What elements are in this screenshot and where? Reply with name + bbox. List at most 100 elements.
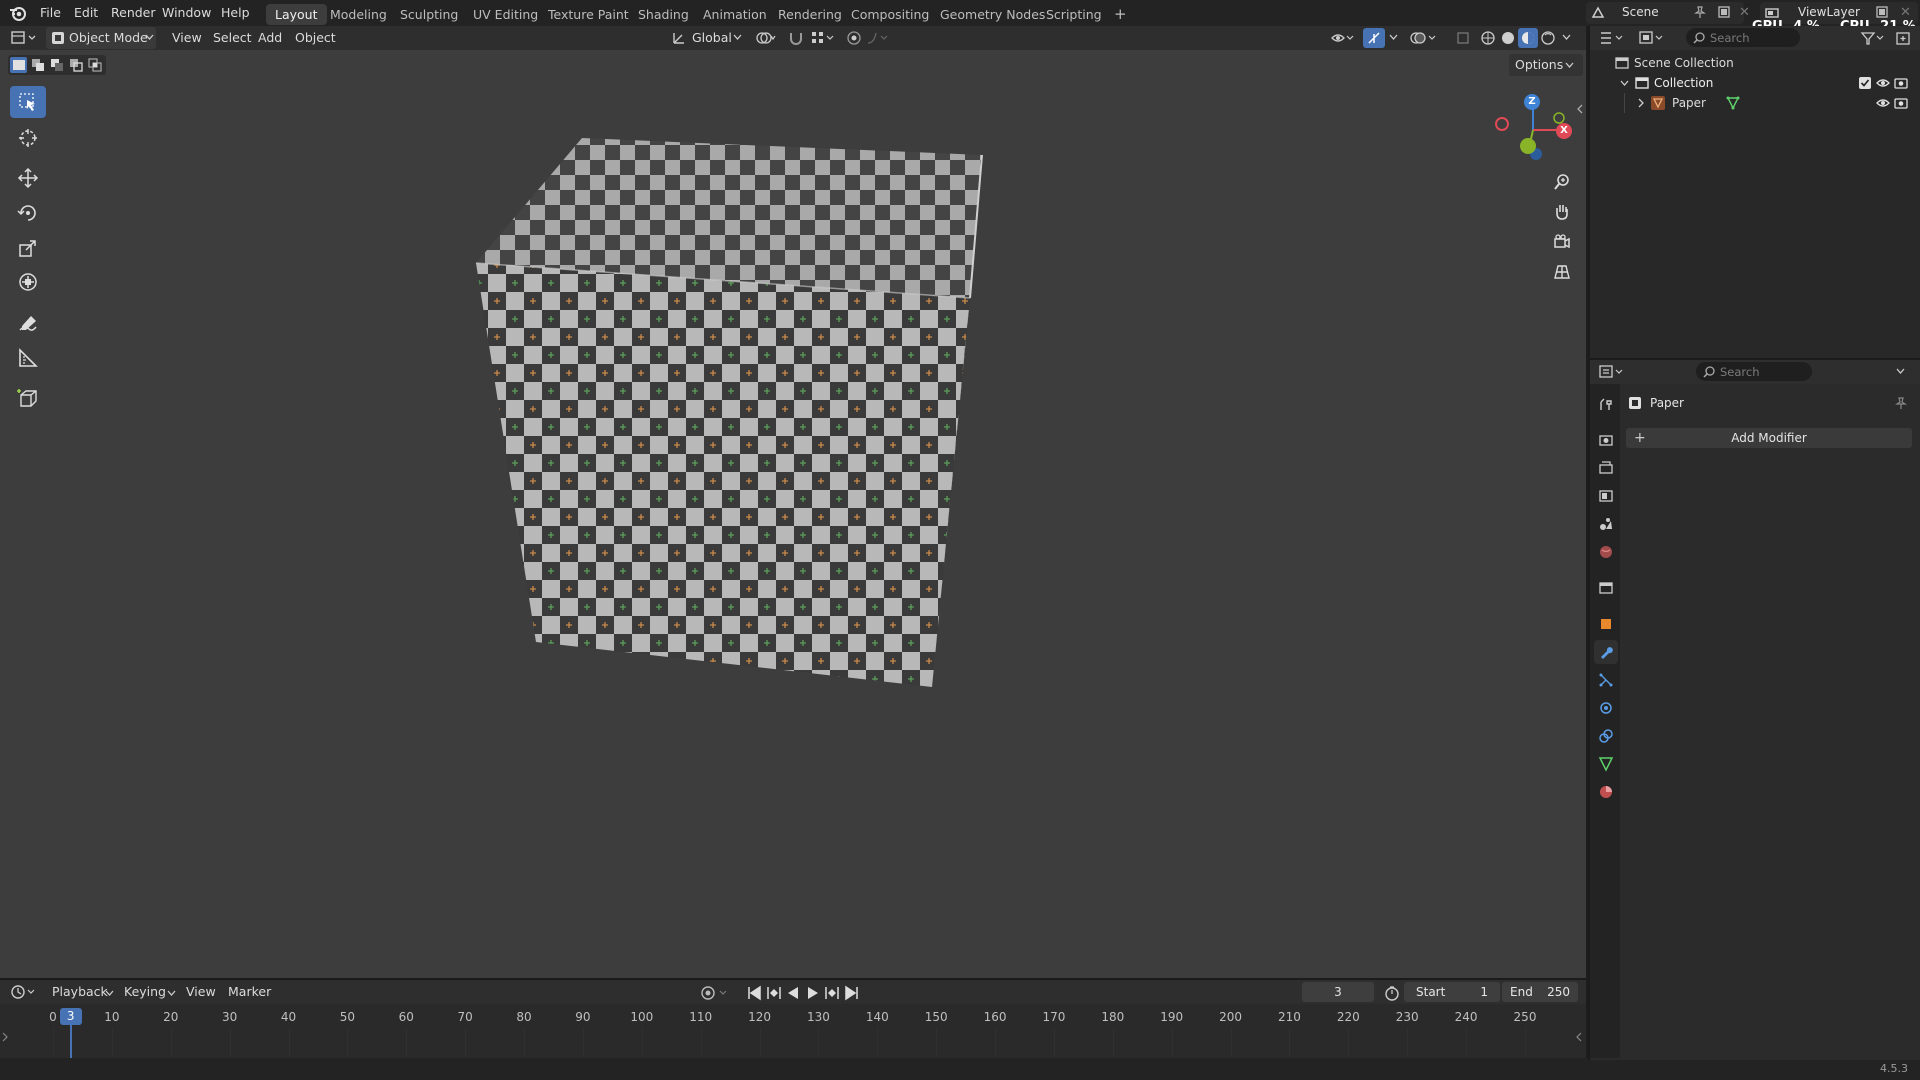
start-frame-field[interactable]: Start 1: [1404, 982, 1500, 1002]
tab-output[interactable]: [1594, 456, 1618, 480]
solid-shading-icon[interactable]: [1500, 30, 1516, 46]
new-scene-icon[interactable]: [1716, 4, 1732, 20]
outliner-scene-collection[interactable]: Scene Collection: [1592, 53, 1916, 73]
chevron-down-icon[interactable]: [1389, 34, 1398, 40]
add-cube-tool[interactable]: [10, 382, 46, 414]
tab-compositing[interactable]: Compositing: [842, 4, 938, 25]
outliner-editor-icon[interactable]: [1598, 29, 1626, 47]
editor-type-icon[interactable]: [10, 29, 38, 47]
menu-window[interactable]: Window: [156, 0, 217, 26]
camera-render-icon[interactable]: [1894, 76, 1908, 90]
tab-render[interactable]: [1594, 428, 1618, 452]
tab-shading[interactable]: Shading: [629, 4, 698, 25]
falloff-icon[interactable]: [866, 30, 892, 46]
properties-editor-icon[interactable]: [1598, 363, 1626, 381]
tab-tool[interactable]: [1594, 393, 1618, 417]
viewport-menu-add[interactable]: Add: [254, 27, 286, 49]
display-mode-icon[interactable]: [1638, 29, 1666, 47]
checkbox-icon[interactable]: [1858, 76, 1872, 90]
tab-uv-editing[interactable]: UV Editing: [464, 4, 547, 25]
collapse-sidebar-icon[interactable]: [1576, 104, 1584, 114]
tab-scene[interactable]: [1594, 512, 1618, 536]
tab-scripting[interactable]: Scripting: [1037, 4, 1111, 25]
move-tool[interactable]: [10, 162, 46, 194]
play-reverse-icon[interactable]: [788, 987, 798, 999]
tab-modeling[interactable]: Modeling: [321, 4, 396, 25]
select-intersect-icon[interactable]: [88, 58, 102, 72]
menu-file[interactable]: File: [34, 0, 67, 26]
new-collection-icon[interactable]: [1894, 29, 1912, 47]
select-subtract-icon[interactable]: [50, 58, 64, 72]
snap-icon[interactable]: [788, 30, 804, 46]
pivot-point-icon[interactable]: [755, 30, 777, 46]
perspective-toggle-button[interactable]: [1548, 258, 1576, 286]
timeline-menu-playback[interactable]: Playback: [48, 981, 112, 1003]
tab-material[interactable]: [1594, 780, 1618, 804]
timeline-menu-marker[interactable]: Marker: [224, 981, 275, 1003]
jump-to-end-icon[interactable]: [845, 985, 858, 1001]
rendered-shading-icon[interactable]: [1540, 30, 1556, 46]
collapse-timeline-sidebar-icon[interactable]: [1576, 1032, 1582, 1042]
camera-view-button[interactable]: [1548, 228, 1576, 256]
current-frame-field[interactable]: 3: [1302, 982, 1374, 1002]
close-viewlayer-icon[interactable]: ✕: [1900, 5, 1911, 20]
playhead-frame-label[interactable]: 3: [59, 1008, 82, 1025]
gizmo-x-axis[interactable]: X: [1556, 123, 1572, 139]
blender-logo-icon[interactable]: [8, 4, 28, 22]
zoom-button[interactable]: [1548, 168, 1576, 196]
chevron-down-icon[interactable]: [1562, 34, 1571, 40]
menu-edit[interactable]: Edit: [68, 0, 104, 26]
tab-animation[interactable]: Animation: [694, 4, 776, 25]
chevron-down-icon[interactable]: [1896, 368, 1905, 374]
add-workspace-button[interactable]: +: [1105, 4, 1136, 25]
close-icon[interactable]: ✕: [1739, 5, 1750, 20]
rotate-tool[interactable]: [10, 197, 46, 229]
add-modifier-button[interactable]: + Add Modifier: [1626, 428, 1912, 448]
gizmo-z-axis[interactable]: Z: [1524, 94, 1540, 110]
tab-physics[interactable]: [1594, 696, 1618, 720]
viewport-menu-object[interactable]: Object: [291, 27, 340, 49]
timeline-menu-keying[interactable]: Keying: [120, 981, 170, 1003]
tab-view-layer[interactable]: [1594, 484, 1618, 508]
outliner-object-paper[interactable]: Paper: [1592, 93, 1916, 113]
tab-geometry-nodes[interactable]: Geometry Nodes: [931, 4, 1054, 25]
xray-icon[interactable]: [1455, 30, 1471, 46]
select-extend-icon[interactable]: [31, 58, 45, 72]
camera-render-icon[interactable]: [1894, 96, 1908, 110]
measure-tool[interactable]: [10, 342, 46, 374]
cube-object[interactable]: [470, 130, 990, 700]
tab-world[interactable]: [1594, 540, 1618, 564]
viewport-menu-select[interactable]: Select: [209, 27, 256, 49]
menu-render[interactable]: Render: [105, 0, 162, 26]
eye-icon[interactable]: [1876, 96, 1890, 110]
tab-object[interactable]: [1594, 612, 1618, 636]
select-box-tool[interactable]: [10, 86, 46, 118]
pan-button[interactable]: [1548, 198, 1576, 226]
tab-data[interactable]: [1594, 752, 1618, 776]
timeline-editor-icon[interactable]: [10, 984, 38, 1000]
end-frame-field[interactable]: End 250: [1502, 982, 1578, 1002]
tab-constraints[interactable]: [1594, 724, 1618, 748]
tab-particles[interactable]: [1594, 668, 1618, 692]
overlays-icon[interactable]: [1410, 30, 1438, 46]
snap-target-icon[interactable]: [810, 30, 836, 46]
new-viewlayer-icon[interactable]: [1874, 4, 1890, 20]
menu-help[interactable]: Help: [215, 0, 256, 26]
gizmo-y-axis[interactable]: Y: [1520, 138, 1536, 154]
play-icon[interactable]: [808, 987, 818, 999]
select-invert-icon[interactable]: [69, 58, 83, 72]
annotate-tool[interactable]: [10, 308, 46, 340]
expand-channels-icon[interactable]: [2, 1032, 8, 1042]
chevron-right-icon[interactable]: [1638, 98, 1644, 108]
pin-icon[interactable]: [1693, 5, 1707, 19]
jump-to-keyframe-forward-icon[interactable]: [825, 987, 839, 999]
viewport-menu-view[interactable]: View: [168, 27, 206, 49]
orientation-selector[interactable]: Global: [692, 27, 732, 49]
tab-layout[interactable]: Layout: [266, 4, 327, 25]
tab-sculpting[interactable]: Sculpting: [391, 4, 467, 25]
auto-keying-icon[interactable]: [700, 985, 730, 1001]
pin-icon[interactable]: [1894, 396, 1908, 410]
cursor-tool[interactable]: [10, 122, 46, 154]
scale-tool[interactable]: [10, 232, 46, 264]
visibility-selector-icon[interactable]: [1330, 30, 1356, 46]
